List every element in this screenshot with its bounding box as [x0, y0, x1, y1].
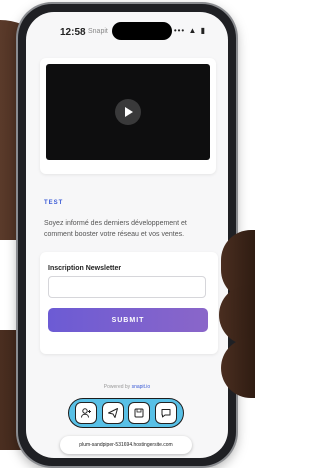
- phone-screen: 12:58 Snapit ••• ▲ ▮ TEST Soyez informé …: [26, 12, 228, 458]
- phone-frame: 12:58 Snapit ••• ▲ ▮ TEST Soyez informé …: [18, 4, 236, 466]
- status-time: 12:58: [60, 27, 86, 38]
- status-icons: ••• ▲ ▮: [173, 26, 206, 35]
- status-app-label: Snapit: [88, 28, 108, 35]
- newsletter-form: Inscription Newsletter SUBMIT: [40, 252, 218, 354]
- dynamic-island: [112, 22, 172, 40]
- video-player[interactable]: [46, 64, 210, 160]
- section-label: TEST: [44, 200, 64, 206]
- submit-button[interactable]: SUBMIT: [48, 308, 208, 332]
- play-icon[interactable]: [115, 99, 141, 125]
- bottom-nav: [68, 398, 184, 428]
- video-card: [40, 58, 216, 174]
- newsletter-email-input[interactable]: [48, 276, 206, 298]
- send-icon[interactable]: [101, 402, 124, 424]
- add-contact-icon[interactable]: [75, 402, 98, 424]
- description-text: Soyez informé des derniers développement…: [44, 220, 187, 238]
- powered-by: Powered by snapit.io: [26, 384, 228, 390]
- chat-icon[interactable]: [154, 402, 177, 424]
- status-bar: 12:58 Snapit ••• ▲ ▮: [26, 12, 228, 46]
- save-icon[interactable]: [128, 402, 151, 424]
- newsletter-label: Inscription Newsletter: [48, 265, 122, 272]
- powered-text: Powered by: [103, 384, 131, 390]
- browser-url-bar[interactable]: plum-sandpiper-531694.hostingersite.com: [60, 436, 192, 454]
- powered-link[interactable]: snapit.io: [132, 384, 151, 390]
